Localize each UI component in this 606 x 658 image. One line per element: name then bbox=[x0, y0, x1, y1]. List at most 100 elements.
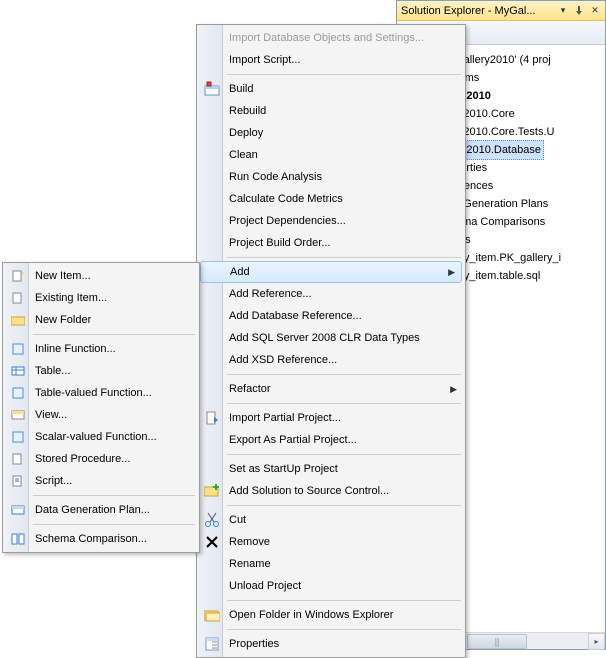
schemacmp-icon bbox=[9, 530, 27, 548]
function-icon bbox=[9, 340, 27, 358]
menu-item-label: Import Script... bbox=[229, 54, 301, 66]
chevron-right-icon: ▶ bbox=[448, 267, 455, 278]
menu-item-add-to-scc[interactable]: Add Solution to Source Control... bbox=[199, 480, 463, 502]
sp-icon bbox=[9, 450, 27, 468]
menu-item-build[interactable]: Build bbox=[199, 78, 463, 100]
folder-plus-icon bbox=[203, 482, 221, 500]
scroll-right-button[interactable]: ▸ bbox=[588, 633, 605, 650]
menu-item-properties[interactable]: Properties bbox=[199, 633, 463, 655]
datagen-icon bbox=[9, 501, 27, 519]
project-context-menu: Import Database Objects and Settings... I… bbox=[196, 24, 466, 658]
menu-item-import-script[interactable]: Import Script... bbox=[199, 49, 463, 71]
menu-item-label: Remove bbox=[229, 536, 270, 548]
dropdown-icon[interactable]: ▾ bbox=[557, 5, 569, 17]
menu-separator bbox=[227, 505, 461, 506]
menu-item-label: Project Build Order... bbox=[229, 237, 331, 249]
menu-item-label: Rebuild bbox=[229, 105, 266, 117]
menu-item-table[interactable]: Table... bbox=[5, 360, 197, 382]
menu-item-rename[interactable]: Rename bbox=[199, 553, 463, 575]
menu-item-label: Add Database Reference... bbox=[229, 310, 362, 322]
menu-item-label: Properties bbox=[229, 638, 279, 650]
menu-separator bbox=[227, 74, 461, 75]
menu-item-data-generation-plan[interactable]: Data Generation Plan... bbox=[5, 499, 197, 521]
import-partial-icon bbox=[203, 409, 221, 427]
panel-title: Solution Explorer - MyGal... bbox=[401, 5, 553, 17]
menu-item-add[interactable]: Add ▶ bbox=[200, 261, 462, 283]
new-folder-icon bbox=[9, 311, 27, 329]
menu-item-label: Deploy bbox=[229, 127, 263, 139]
menu-separator bbox=[33, 524, 195, 525]
view-icon bbox=[9, 406, 27, 424]
menu-item-import-db: Import Database Objects and Settings... bbox=[199, 27, 463, 49]
menu-item-clean[interactable]: Clean bbox=[199, 144, 463, 166]
menu-separator bbox=[33, 334, 195, 335]
menu-item-label: Open Folder in Windows Explorer bbox=[229, 609, 393, 621]
menu-item-run-code-analysis[interactable]: Run Code Analysis bbox=[199, 166, 463, 188]
menu-item-open-folder[interactable]: Open Folder in Windows Explorer bbox=[199, 604, 463, 626]
menu-item-label: Run Code Analysis bbox=[229, 171, 322, 183]
menu-item-existing-item[interactable]: Existing Item... bbox=[5, 287, 197, 309]
menu-separator bbox=[33, 495, 195, 496]
menu-separator bbox=[227, 629, 461, 630]
new-item-icon bbox=[9, 267, 27, 285]
table-icon bbox=[9, 362, 27, 380]
menu-item-label: Project Dependencies... bbox=[229, 215, 346, 227]
menu-item-add-clr[interactable]: Add SQL Server 2008 CLR Data Types bbox=[199, 327, 463, 349]
menu-item-unload[interactable]: Unload Project bbox=[199, 575, 463, 597]
menu-separator bbox=[227, 374, 461, 375]
menu-item-label: Add bbox=[230, 266, 250, 278]
pin-icon[interactable] bbox=[573, 5, 585, 17]
menu-item-svf[interactable]: Scalar-valued Function... bbox=[5, 426, 197, 448]
panel-titlebar: Solution Explorer - MyGal... ▾ ✕ bbox=[397, 1, 605, 21]
menu-item-remove[interactable]: Remove bbox=[199, 531, 463, 553]
menu-item-proj-deps[interactable]: Project Dependencies... bbox=[199, 210, 463, 232]
cut-icon bbox=[203, 511, 221, 529]
menu-separator bbox=[227, 454, 461, 455]
build-icon bbox=[203, 80, 221, 98]
existing-item-icon bbox=[9, 289, 27, 307]
function-icon bbox=[9, 428, 27, 446]
menu-item-cut[interactable]: Cut bbox=[199, 509, 463, 531]
menu-item-label: Add SQL Server 2008 CLR Data Types bbox=[229, 332, 420, 344]
menu-item-label: Clean bbox=[229, 149, 258, 161]
chevron-right-icon: ▶ bbox=[450, 384, 457, 395]
menu-item-label: Unload Project bbox=[229, 580, 301, 592]
menu-item-inline-function[interactable]: Inline Function... bbox=[5, 338, 197, 360]
menu-item-view[interactable]: View... bbox=[5, 404, 197, 426]
menu-item-label: Refactor bbox=[229, 383, 271, 395]
menu-item-label: Rename bbox=[229, 558, 271, 570]
open-folder-icon bbox=[203, 606, 221, 624]
menu-item-set-startup[interactable]: Set as StartUp Project bbox=[199, 458, 463, 480]
menu-item-proj-build-order[interactable]: Project Build Order... bbox=[199, 232, 463, 254]
menu-item-label: Build bbox=[229, 83, 253, 95]
menu-item-script[interactable]: Script... bbox=[5, 470, 197, 492]
menu-item-add-ref[interactable]: Add Reference... bbox=[199, 283, 463, 305]
menu-item-label: Add XSD Reference... bbox=[229, 354, 337, 366]
menu-item-add-db-ref[interactable]: Add Database Reference... bbox=[199, 305, 463, 327]
script-icon bbox=[9, 472, 27, 490]
menu-item-import-partial[interactable]: Import Partial Project... bbox=[199, 407, 463, 429]
menu-item-stored-procedure[interactable]: Stored Procedure... bbox=[5, 448, 197, 470]
menu-item-export-partial[interactable]: Export As Partial Project... bbox=[199, 429, 463, 451]
properties-icon bbox=[203, 635, 221, 653]
menu-item-refactor[interactable]: Refactor ▶ bbox=[199, 378, 463, 400]
menu-item-new-folder[interactable]: New Folder bbox=[5, 309, 197, 331]
menu-item-tvf[interactable]: Table-valued Function... bbox=[5, 382, 197, 404]
menu-item-new-item[interactable]: New Item... bbox=[5, 265, 197, 287]
menu-item-label: Calculate Code Metrics bbox=[229, 193, 343, 205]
scroll-thumb[interactable] bbox=[467, 634, 527, 649]
add-submenu: New Item... Existing Item... New Folder … bbox=[2, 262, 200, 553]
function-icon bbox=[9, 384, 27, 402]
menu-item-rebuild[interactable]: Rebuild bbox=[199, 100, 463, 122]
menu-item-label: Add Reference... bbox=[229, 288, 312, 300]
menu-item-schema-comparison[interactable]: Schema Comparison... bbox=[5, 528, 197, 550]
menu-item-label: Cut bbox=[229, 514, 246, 526]
menu-item-add-xsd[interactable]: Add XSD Reference... bbox=[199, 349, 463, 371]
menu-item-deploy[interactable]: Deploy bbox=[199, 122, 463, 144]
menu-separator bbox=[227, 600, 461, 601]
menu-item-label: Import Partial Project... bbox=[229, 412, 341, 424]
menu-separator bbox=[227, 403, 461, 404]
menu-item-calc-metrics[interactable]: Calculate Code Metrics bbox=[199, 188, 463, 210]
close-icon[interactable]: ✕ bbox=[589, 5, 601, 17]
menu-item-label: Export As Partial Project... bbox=[229, 434, 357, 446]
